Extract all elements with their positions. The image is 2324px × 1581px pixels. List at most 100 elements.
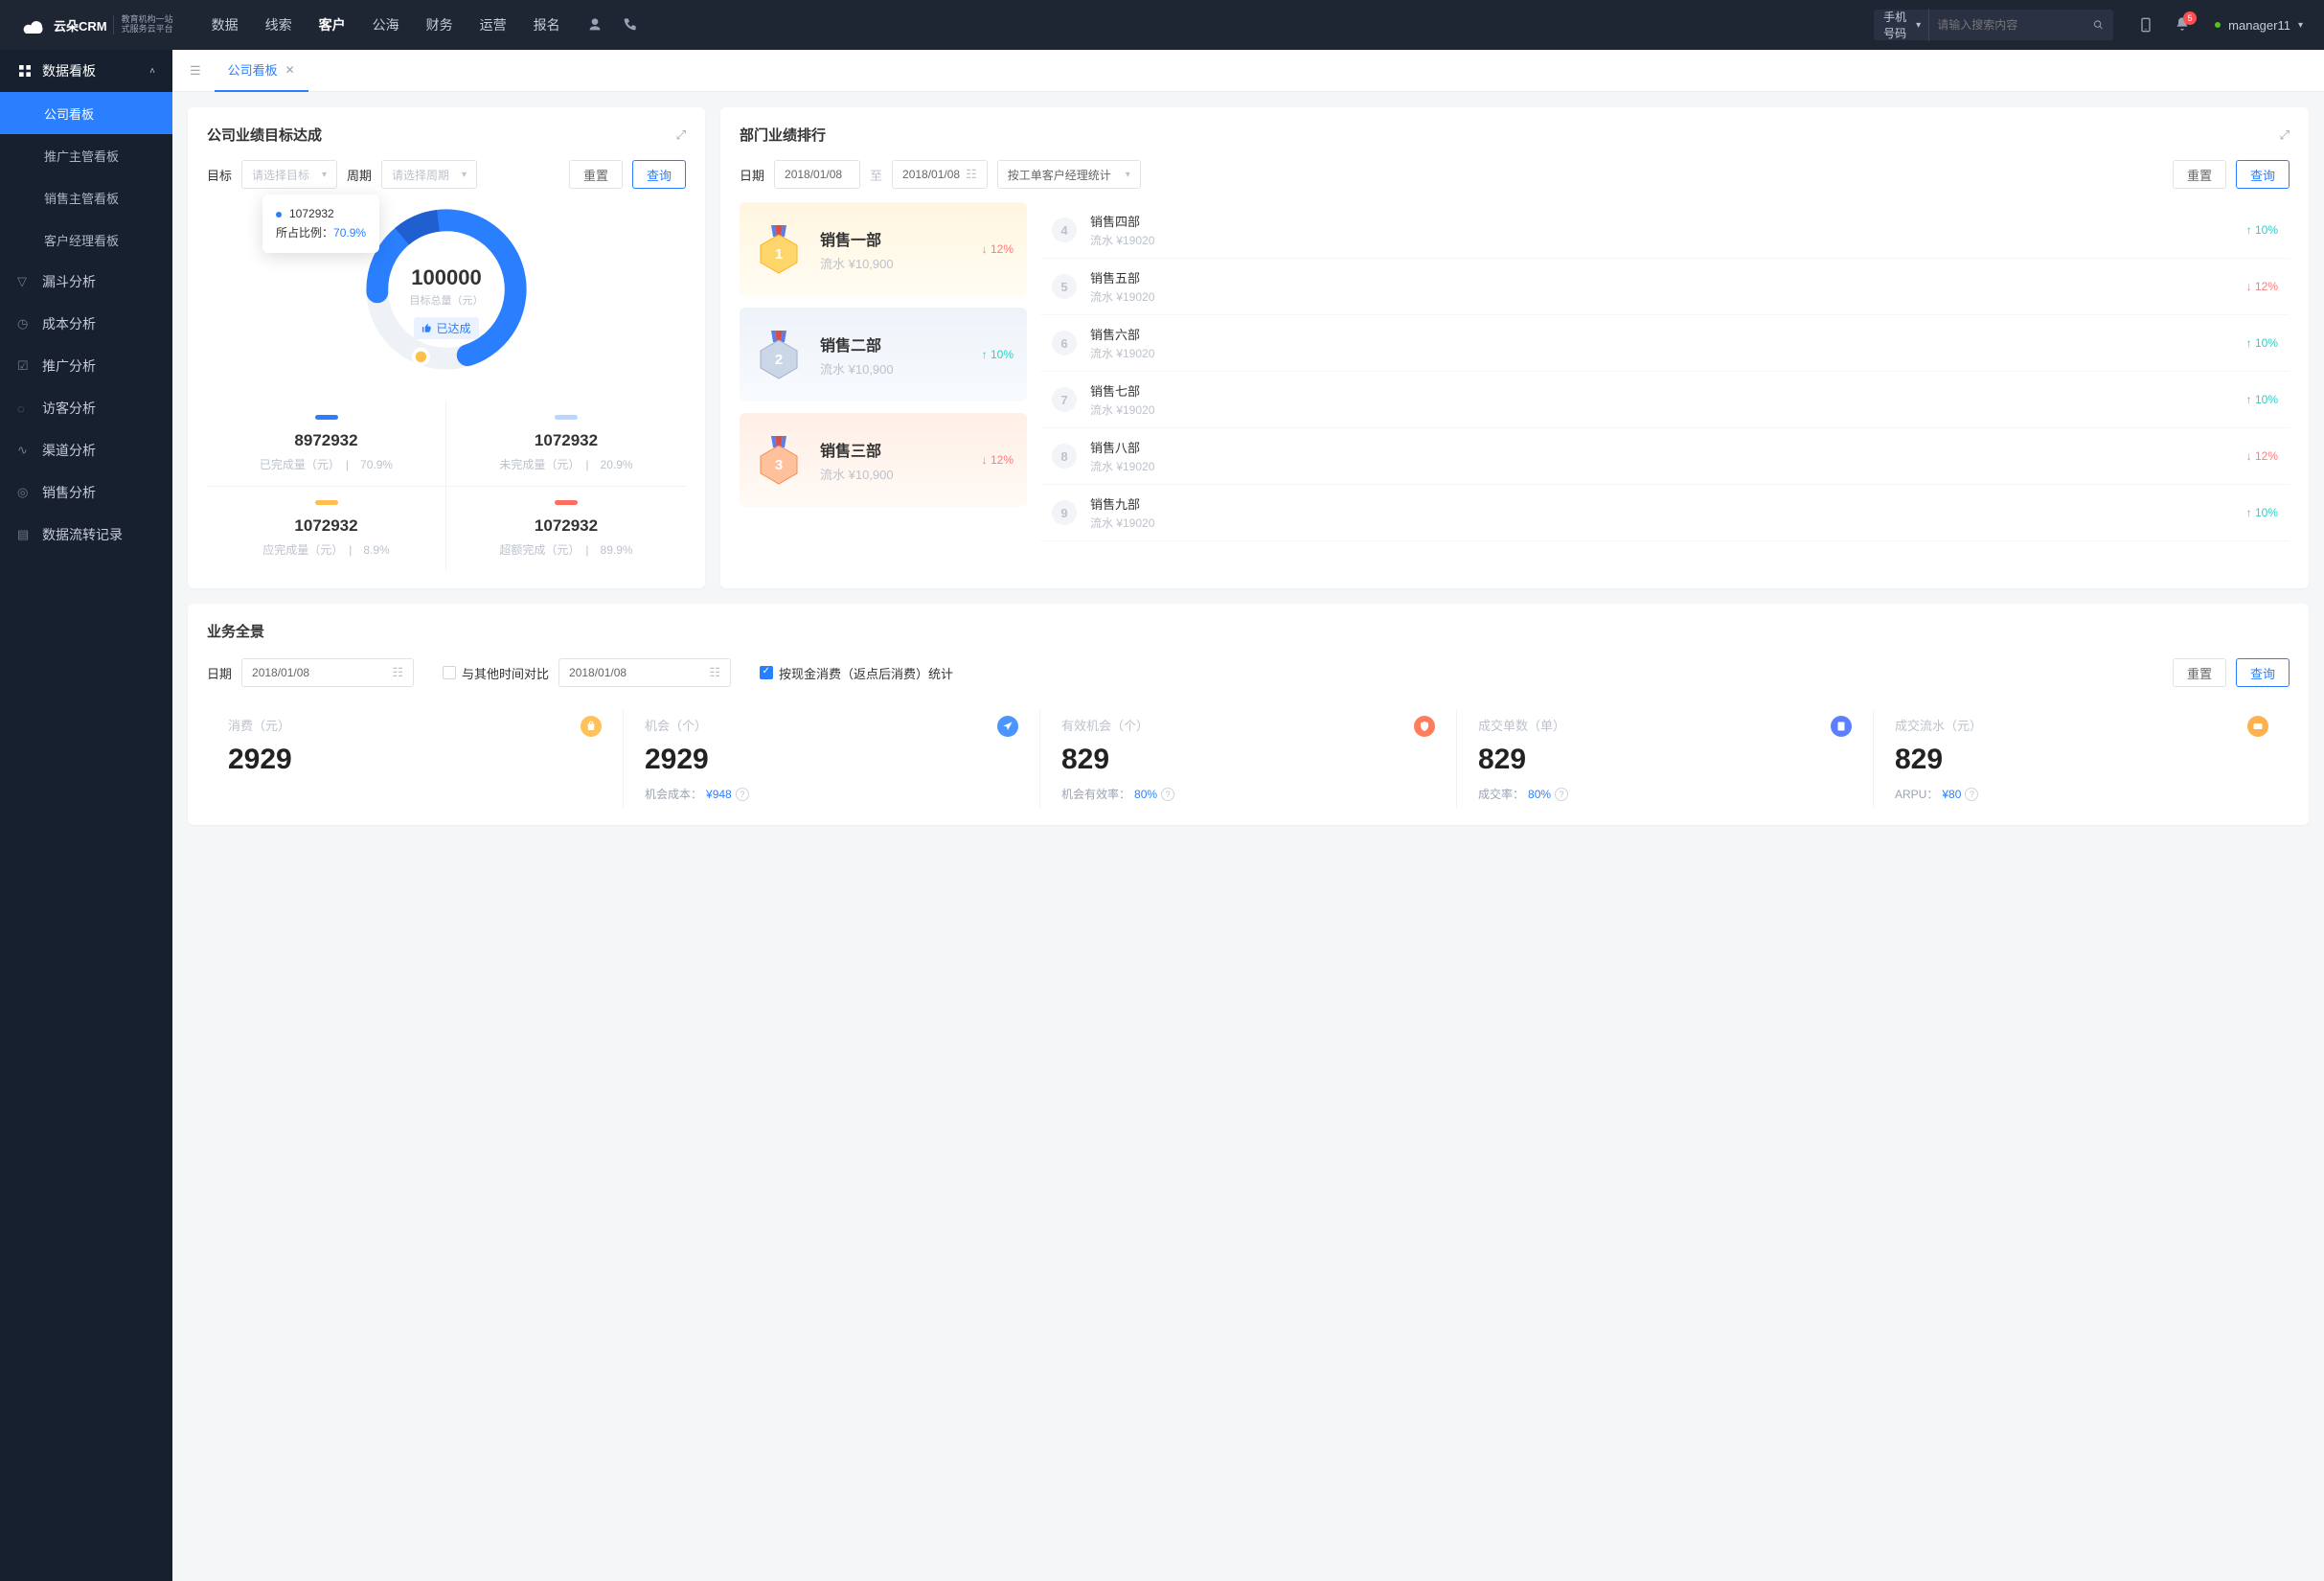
tabs-menu-toggle[interactable]: ☰ bbox=[182, 59, 209, 82]
goal-card: 公司业绩目标达成 ⤢ 目标 请选择目标▾ 周期 请选择周期▾ 重置 查询 107… bbox=[188, 107, 705, 588]
help-icon[interactable]: ? bbox=[1161, 788, 1174, 801]
sidebar-item-公司看板[interactable]: 公司看板 bbox=[0, 92, 172, 134]
sidebar-item-漏斗分析[interactable]: ▽漏斗分析 bbox=[0, 261, 172, 303]
plane-icon bbox=[997, 716, 1018, 737]
card-icon bbox=[2247, 716, 2268, 737]
ov-query-button[interactable]: 查询 bbox=[2236, 658, 2290, 687]
svg-text:2: 2 bbox=[775, 352, 783, 368]
ov-compare-label: 与其他时间对比 bbox=[462, 664, 549, 682]
status-tag: 已达成 bbox=[414, 317, 478, 339]
goal-query-button[interactable]: 查询 bbox=[632, 160, 686, 189]
user-icon[interactable] bbox=[587, 17, 603, 33]
sidebar-parent-label: 数据看板 bbox=[42, 61, 96, 80]
close-icon[interactable]: ✕ bbox=[285, 63, 295, 77]
goal-target-select[interactable]: 请选择目标▾ bbox=[241, 160, 337, 189]
medal-icon: 3 bbox=[753, 434, 805, 486]
top-nav: 数据 线索 客户 公海 财务 运营 报名 bbox=[212, 15, 560, 34]
main: ☰ 公司看板 ✕ 公司业绩目标达成 ⤢ 目标 请选择目标▾ 周期 请选择周期▾ bbox=[172, 50, 2324, 1581]
logo[interactable]: 云朵CRM 教育机构一站 式服务云平台 bbox=[21, 14, 173, 35]
nav-运营[interactable]: 运营 bbox=[480, 15, 507, 34]
svg-text:1: 1 bbox=[775, 246, 783, 263]
ov-cash-checkbox[interactable] bbox=[760, 666, 773, 679]
tab-company-board[interactable]: 公司看板 ✕ bbox=[215, 50, 308, 92]
goal-reset-button[interactable]: 重置 bbox=[569, 160, 623, 189]
goal-period-select[interactable]: 请选择周期▾ bbox=[381, 160, 477, 189]
sidebar-item-渠道分析[interactable]: ∿渠道分析 bbox=[0, 429, 172, 471]
ov-date2-picker[interactable]: 2018/01/08☷ bbox=[558, 658, 731, 687]
nav-数据[interactable]: 数据 bbox=[212, 15, 239, 34]
chevron-up-icon: ˄ bbox=[149, 66, 155, 77]
sidebar-item-推广分析[interactable]: ☑ 推广分析 bbox=[0, 345, 172, 387]
sidebar-item-label: 推广分析 bbox=[42, 356, 96, 376]
top-header: 云朵CRM 教育机构一站 式服务云平台 数据 线索 客户 公海 财务 运营 报名 手机号码▾… bbox=[0, 0, 2324, 50]
bag-icon bbox=[581, 716, 602, 737]
help-icon[interactable]: ? bbox=[736, 788, 749, 801]
expand-icon[interactable]: ⤢ bbox=[676, 127, 686, 143]
rank-reset-button[interactable]: 重置 bbox=[2173, 160, 2226, 189]
notification-badge: 5 bbox=[2183, 11, 2197, 25]
sidebar-item-访客分析[interactable]: ◌访客分析 bbox=[0, 387, 172, 429]
rank-medal-1: 1销售一部流水 ¥10,900↓ 12% bbox=[740, 202, 1027, 296]
user-name: manager11 bbox=[2228, 18, 2290, 33]
search-type-select[interactable]: 手机号码▾ bbox=[1883, 9, 1929, 41]
sidebar-item-数据流转记录[interactable]: ▤ 数据流转记录 bbox=[0, 514, 172, 556]
sidebar-item-成本分析[interactable]: ◷成本分析 bbox=[0, 303, 172, 345]
rank-item-4: 4销售四部流水 ¥19020↑ 10% bbox=[1040, 202, 2290, 259]
rank-date-to-label: 至 bbox=[870, 166, 882, 184]
menu-icon: ◎ bbox=[17, 485, 33, 500]
kpi-2: 有效机会（个）829机会有效率：80%? bbox=[1040, 710, 1457, 808]
change-down: ↓ 12% bbox=[982, 453, 1014, 467]
rank-stat-select[interactable]: 按工单客户经理统计▾ bbox=[997, 160, 1141, 189]
help-icon[interactable]: ? bbox=[1555, 788, 1568, 801]
rank-date-from[interactable]: 2018/01/08 bbox=[774, 160, 860, 189]
sidebar-item-销售分析[interactable]: ◎ 销售分析 bbox=[0, 471, 172, 514]
rank-card: 部门业绩排行 ⤢ 日期 2018/01/08 至 2018/01/08☷ 按工单… bbox=[720, 107, 2309, 588]
kpi-4: 成交流水（元）829ARPU：¥80? bbox=[1874, 710, 2290, 808]
rank-item-6: 6销售六部流水 ¥19020↑ 10% bbox=[1040, 315, 2290, 372]
help-icon[interactable]: ? bbox=[1965, 788, 1978, 801]
tab-label: 公司看板 bbox=[228, 60, 278, 79]
sidebar-item-客户经理看板[interactable]: 客户经理看板 bbox=[0, 218, 172, 261]
phone-icon[interactable] bbox=[622, 17, 637, 33]
rank-date-to[interactable]: 2018/01/08☷ bbox=[892, 160, 988, 189]
ov-date-label: 日期 bbox=[207, 664, 232, 682]
nav-公海[interactable]: 公海 bbox=[373, 15, 399, 34]
menu-icon: ▤ bbox=[17, 527, 33, 542]
logo-text: 云朵CRM bbox=[54, 16, 107, 34]
nav-报名[interactable]: 报名 bbox=[534, 15, 560, 34]
nav-客户[interactable]: 客户 bbox=[319, 15, 346, 34]
ov-date-picker[interactable]: 2018/01/08☷ bbox=[241, 658, 414, 687]
kpi-3: 成交单数（单）829成交率：80%? bbox=[1457, 710, 1874, 808]
menu-icon: ∿ bbox=[17, 443, 33, 458]
nav-线索[interactable]: 线索 bbox=[265, 15, 292, 34]
menu-icon: ▽ bbox=[17, 274, 33, 289]
sidebar-item-销售主管看板[interactable]: 销售主管看板 bbox=[0, 176, 172, 218]
menu-icon: ◷ bbox=[17, 316, 33, 332]
sidebar-item-label: 数据流转记录 bbox=[42, 525, 123, 544]
menu-icon: ☑ bbox=[17, 358, 33, 374]
top-nav-extra bbox=[587, 17, 637, 33]
search-input[interactable] bbox=[1937, 18, 2085, 32]
mobile-icon[interactable] bbox=[2138, 17, 2153, 33]
nav-财务[interactable]: 财务 bbox=[426, 15, 453, 34]
sidebar-item-label: 销售分析 bbox=[42, 483, 96, 502]
search-icon[interactable] bbox=[2093, 17, 2104, 33]
metric-1: 1072932未完成量（元） | 20.9% bbox=[446, 401, 686, 487]
rank-item-5: 5销售五部流水 ¥19020↓ 12% bbox=[1040, 259, 2290, 315]
sidebar: 数据看板 ˄ 公司看板推广主管看板销售主管看板客户经理看板 ▽漏斗分析◷成本分析… bbox=[0, 50, 172, 1581]
ov-reset-button[interactable]: 重置 bbox=[2173, 658, 2226, 687]
user-menu[interactable]: manager11 ▾ bbox=[2215, 18, 2303, 33]
sidebar-parent-dashboard[interactable]: 数据看板 ˄ bbox=[0, 50, 172, 92]
expand-icon[interactable]: ⤢ bbox=[2280, 127, 2290, 143]
donut-total-label: 目标总量（元） bbox=[410, 292, 484, 308]
sidebar-item-推广主管看板[interactable]: 推广主管看板 bbox=[0, 134, 172, 176]
notification-bell[interactable]: 5 bbox=[2175, 16, 2190, 34]
overview-title: 业务全景 bbox=[207, 621, 2290, 641]
ov-compare-checkbox[interactable] bbox=[443, 666, 456, 679]
dashboard-icon bbox=[17, 63, 33, 79]
kpi-1: 机会（个）2929机会成本：¥948? bbox=[624, 710, 1040, 808]
rank-query-button[interactable]: 查询 bbox=[2236, 160, 2290, 189]
tabs-bar: ☰ 公司看板 ✕ bbox=[172, 50, 2324, 92]
sidebar-item-label: 访客分析 bbox=[42, 399, 96, 418]
rank-medal-3: 3销售三部流水 ¥10,900↓ 12% bbox=[740, 413, 1027, 507]
